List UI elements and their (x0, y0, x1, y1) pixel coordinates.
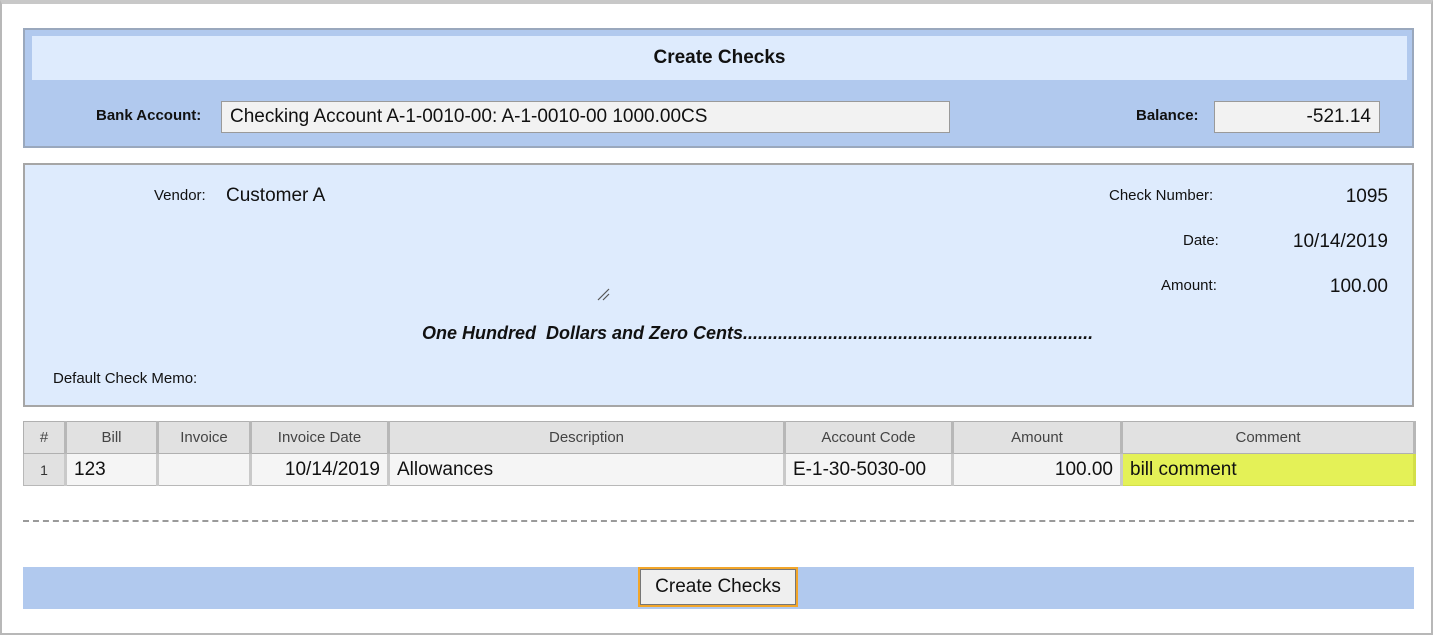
amount-label: Amount: (1161, 277, 1217, 294)
page-title: Create Checks (32, 36, 1407, 80)
account-code-cell[interactable]: E-1-30-5030-00 (784, 453, 954, 486)
amount-in-words: One Hundred Dollars and Zero Cents......… (422, 323, 1094, 343)
bill-cell[interactable]: 123 (65, 453, 159, 486)
textarea-resize-icon[interactable] (595, 286, 611, 302)
section-divider (23, 520, 1414, 522)
bills-table: # Bill Invoice Invoice Date Description … (23, 421, 1416, 486)
check-number-label: Check Number: (1109, 187, 1214, 204)
default-memo-label: Default Check Memo: (53, 370, 198, 387)
check-details-panel: Vendor: Customer A Check Number: 1095 Da… (23, 163, 1414, 407)
header-panel: Create Checks Bank Account: Checking Acc… (23, 28, 1414, 148)
description-cell[interactable]: Allowances (388, 453, 786, 486)
bank-account-select[interactable]: Checking Account A-1-0010-00: A-1-0010-0… (221, 101, 950, 133)
footer-bar: Create Checks (23, 567, 1414, 609)
vendor-value[interactable]: Customer A (226, 185, 325, 207)
column-header-bill[interactable]: Bill (65, 421, 159, 454)
balance-label: Balance: (1136, 107, 1199, 124)
comment-cell[interactable]: bill comment (1121, 453, 1416, 486)
invoice-cell[interactable] (157, 453, 252, 486)
column-header-description[interactable]: Description (388, 421, 786, 454)
column-header-invoice-date[interactable]: Invoice Date (250, 421, 390, 454)
balance-field: -521.14 (1214, 101, 1380, 133)
vendor-label: Vendor: (154, 187, 206, 204)
amount-value[interactable]: 100.00 (1330, 276, 1388, 298)
column-header-number[interactable]: # (23, 421, 67, 454)
date-label: Date: (1183, 232, 1219, 249)
column-header-comment[interactable]: Comment (1121, 421, 1416, 454)
check-number-value[interactable]: 1095 (1346, 186, 1388, 208)
column-header-account-code[interactable]: Account Code (784, 421, 954, 454)
column-header-amount[interactable]: Amount (952, 421, 1123, 454)
table-header-row: # Bill Invoice Invoice Date Description … (23, 421, 1416, 454)
table-row: 1 123 10/14/2019 Allowances E-1-30-5030-… (23, 453, 1416, 486)
bank-account-label: Bank Account: (96, 107, 202, 124)
invoice-date-cell[interactable]: 10/14/2019 (250, 453, 390, 486)
row-number: 1 (23, 453, 67, 486)
amount-cell[interactable]: 100.00 (952, 453, 1123, 486)
column-header-invoice[interactable]: Invoice (157, 421, 252, 454)
date-value[interactable]: 10/14/2019 (1293, 231, 1388, 253)
create-checks-button[interactable]: Create Checks (638, 567, 798, 607)
